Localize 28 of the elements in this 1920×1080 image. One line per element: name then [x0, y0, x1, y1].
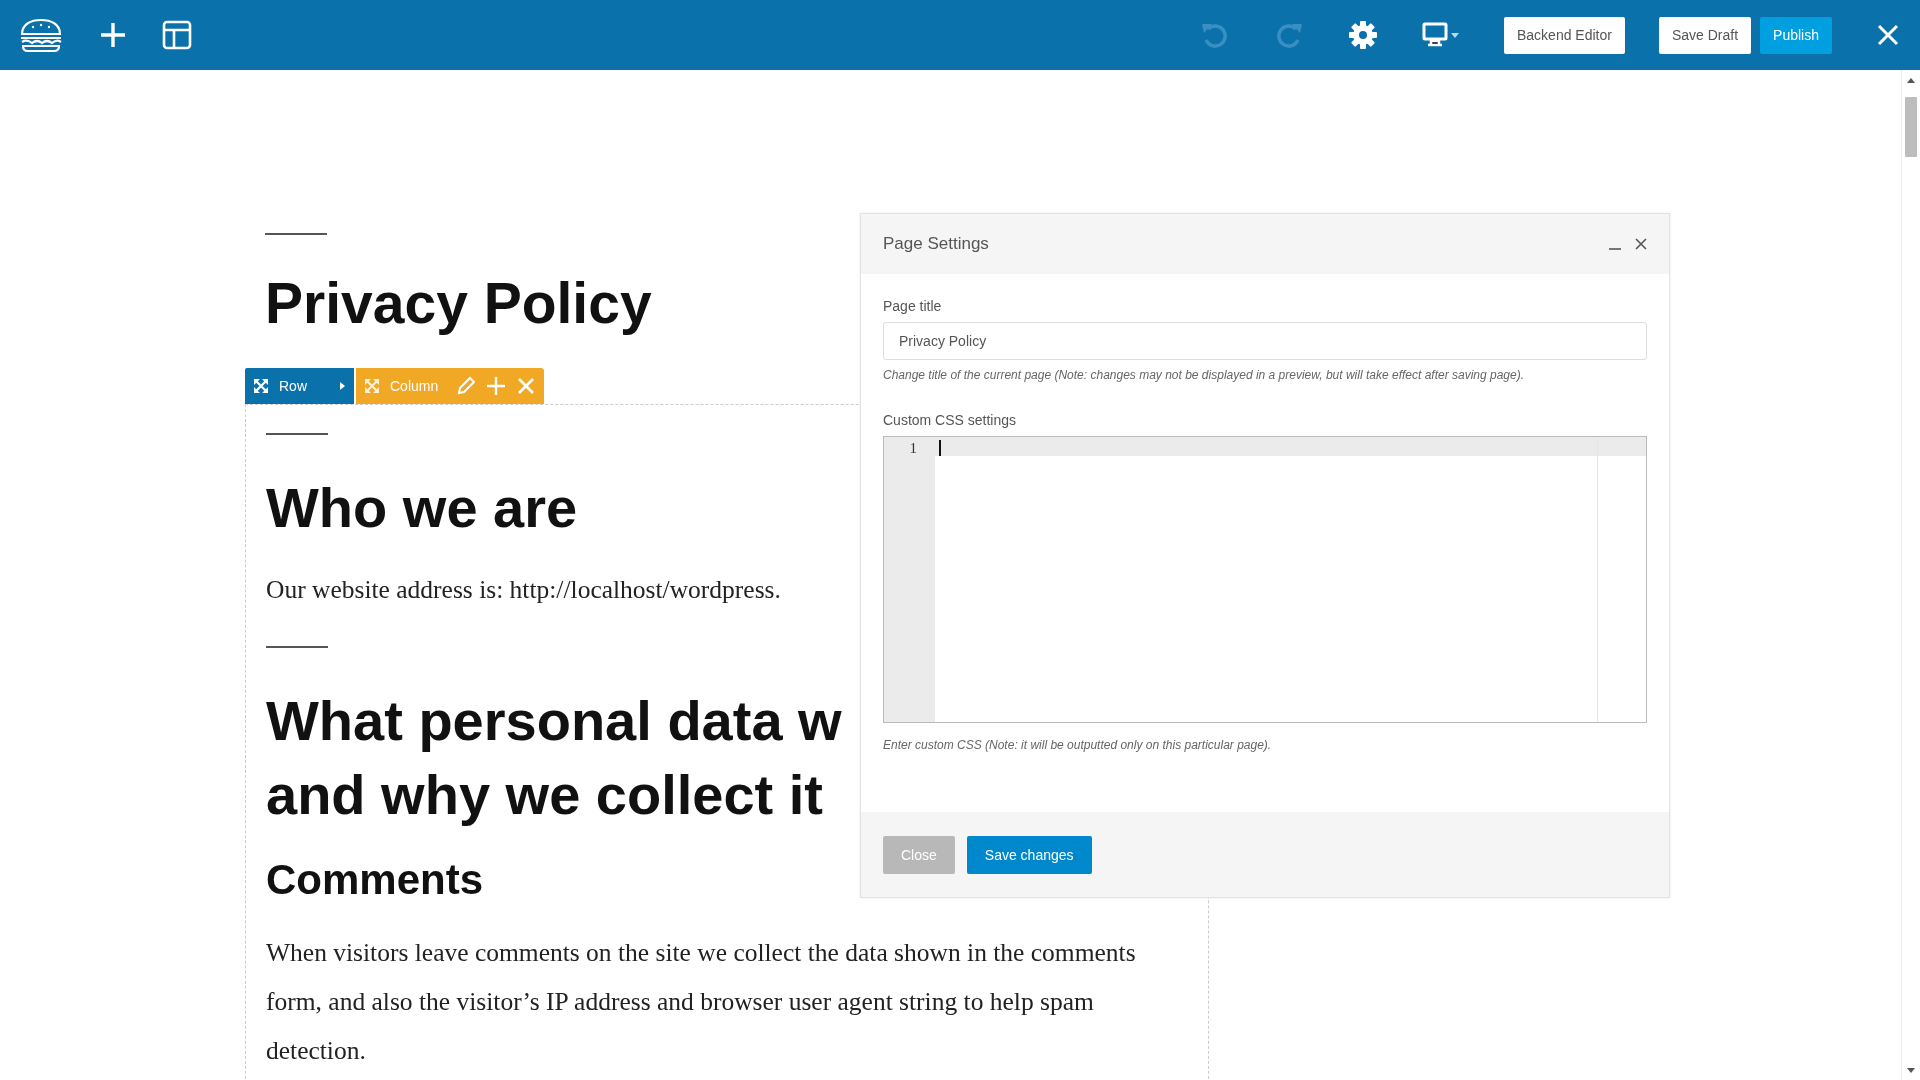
text-cursor — [939, 440, 941, 456]
burger-logo-icon[interactable] — [18, 17, 64, 53]
subsection-heading: Comments — [266, 855, 484, 905]
save-button[interactable]: Save changes — [966, 835, 1092, 874]
section-heading: and why we collect it — [266, 762, 825, 828]
toolbar-button[interactable]: Save Draft — [1658, 16, 1752, 54]
field-label: Custom CSS settings — [883, 412, 1018, 428]
row-control-bar[interactable]: Row — [245, 368, 354, 404]
css-code-editor[interactable]: 1 — [883, 436, 1647, 723]
add-icon[interactable] — [98, 20, 128, 50]
row-label[interactable]: Row — [279, 378, 307, 394]
field-hint: Change title of the current page (Note: changes may not be displayed in a preview, but will take effect after saving page). — [883, 368, 1526, 382]
close-icon[interactable] — [1635, 238, 1647, 250]
publish-button[interactable]: Publish — [1760, 16, 1832, 54]
dialog-title: Page Settings — [883, 234, 990, 254]
toolbar-button[interactable]: Backend Editor — [1504, 16, 1625, 54]
line-number: 1 — [908, 440, 917, 457]
section-heading: What personal data w — [266, 688, 843, 754]
page-title: Privacy Policy — [265, 270, 652, 337]
caret-icon[interactable] — [340, 381, 346, 391]
body-paragraph: When visitors leave comments on the site we collect the data shown in the comments form, and also the visitor’s IP address and browser user agent string to help spam detection. — [266, 937, 1137, 1067]
settings-icon[interactable] — [1348, 20, 1378, 50]
field-label: Page title — [883, 298, 943, 314]
body-paragraph: Our website address is: http://localhost/wordpress. — [266, 574, 782, 606]
field-hint: Enter custom CSS (Note: it will be outputted only on this particular page). — [883, 738, 1273, 752]
section-heading: Who we are — [266, 475, 579, 541]
page-title-field[interactable]: Privacy Policy — [883, 322, 1647, 360]
layout-icon[interactable] — [162, 20, 192, 50]
